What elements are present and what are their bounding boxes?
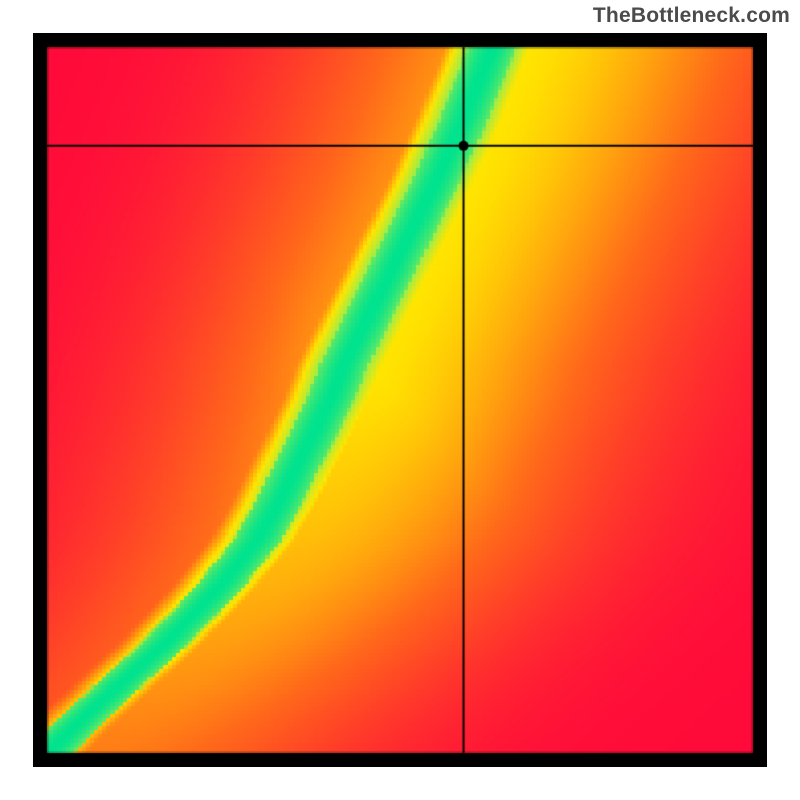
crosshair-overlay: [33, 33, 767, 767]
attribution-text: TheBottleneck.com: [593, 4, 790, 28]
heatmap-plot: [33, 33, 767, 767]
